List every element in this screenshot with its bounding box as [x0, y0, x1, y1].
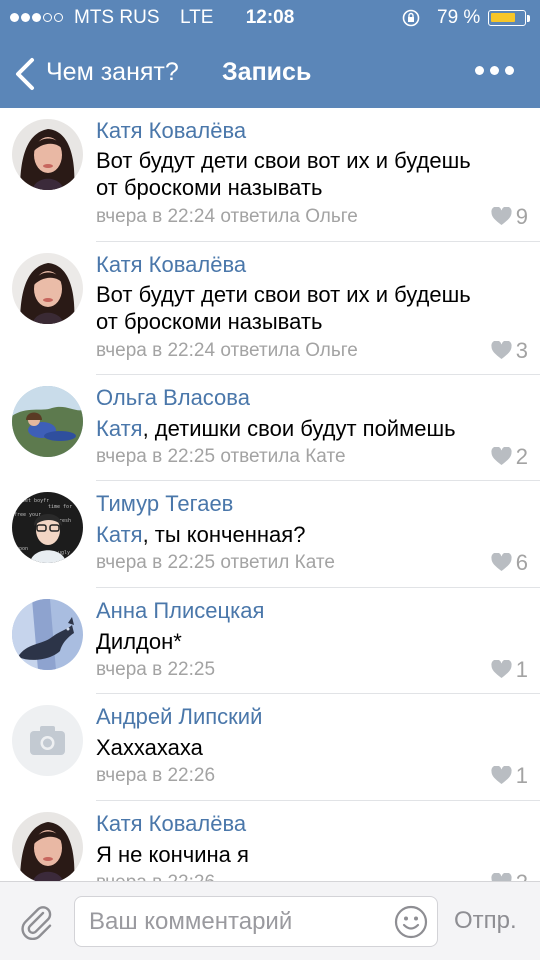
battery-level-fill — [491, 13, 515, 22]
mention-link[interactable]: Катя — [96, 416, 143, 441]
comment-composer: Ваш комментарий Отпр. — [0, 881, 540, 960]
heart-icon — [491, 341, 512, 359]
comment-meta: вчера в 22:25 ответил Кате — [96, 552, 335, 573]
like-button[interactable]: 9 — [491, 205, 528, 229]
comment-text-line: , детишки свои будут поймешь — [142, 416, 456, 441]
comment-meta: вчера в 22:26 — [96, 871, 215, 881]
comment-meta: вчера в 22:25 ответила Кате — [96, 446, 346, 467]
comment-author[interactable]: Ольга Власова — [96, 384, 250, 412]
like-button[interactable]: 2 — [491, 445, 528, 469]
comment-meta: вчера в 22:26 — [96, 765, 216, 786]
comment-item[interactable]: Анна Плисецкая Дилдон* вчера в 22:25 1 — [0, 588, 540, 694]
svg-text:moon: moon — [16, 546, 28, 552]
chevron-left-icon[interactable] — [13, 56, 37, 92]
comment-text-line: от броскоми называть — [96, 175, 323, 200]
like-count: 1 — [515, 657, 528, 682]
comment-text-line: Вот будут дети свои вот их и будешь — [96, 148, 471, 173]
battery-icon — [488, 10, 526, 26]
comment-text: Дилдон* — [96, 628, 182, 655]
navigation-bar: Чем занят? Запись — [0, 36, 540, 108]
comment-author[interactable]: Катя Ковалёва — [96, 810, 246, 838]
comment-item[interactable]: Ольга Власова Катя, детишки свои будут п… — [0, 375, 540, 481]
comment-item[interactable]: Катя Ковалёва Я не кончина я вчера в 22:… — [0, 801, 540, 881]
comments-list[interactable]: Катя Ковалёва Вот будут дети свои вот их… — [0, 108, 540, 881]
comment-text: Катя, ты конченная? — [96, 521, 305, 548]
comment-item[interactable]: Андрей Липский Хаххахаха вчера в 22:26 1 — [0, 694, 540, 801]
comment-placeholder: Ваш комментарий — [89, 908, 293, 935]
comment-meta: вчера в 22:24 ответила Ольге — [96, 206, 358, 227]
like-button[interactable]: 6 — [491, 551, 528, 575]
like-count: 2 — [515, 444, 528, 469]
avatar[interactable] — [12, 119, 83, 190]
like-count: 9 — [515, 204, 528, 229]
comment-text-line: , ты конченная? — [142, 522, 306, 547]
back-button[interactable]: Чем занят? — [46, 56, 179, 88]
svg-text:tweet boyfr: tweet boyfr — [16, 498, 49, 504]
comment-text: Вот будут дети свои вот их и будешь от б… — [96, 281, 471, 335]
like-count: 6 — [515, 550, 528, 575]
comment-text-line: от броскоми называть — [96, 309, 323, 334]
svg-text:time for: time for — [48, 504, 72, 510]
heart-icon — [491, 447, 512, 465]
heart-icon — [491, 766, 512, 784]
comment-item[interactable]: Катя Ковалёва Вот будут дети свои вот их… — [0, 242, 540, 375]
comment-author[interactable]: Катя Ковалёва — [96, 117, 246, 145]
svg-text:free your: free your — [14, 512, 41, 518]
comment-meta: вчера в 22:24 ответила Ольге — [96, 340, 358, 361]
smile-icon[interactable] — [394, 905, 428, 939]
comment-author[interactable]: Андрей Липский — [96, 703, 262, 731]
heart-icon — [491, 873, 512, 881]
avatar[interactable]: tweet boyfr time for free your fresh moon u… — [12, 492, 83, 563]
paperclip-icon[interactable] — [18, 904, 54, 940]
status-bar: MTS RUS LTE 12:08 79 % — [0, 0, 540, 36]
avatar[interactable] — [12, 812, 83, 881]
comment-meta: вчера в 22:25 — [96, 659, 216, 680]
comment-text: Вот будут дети свои вот их и будешь от б… — [96, 147, 471, 201]
comment-text-line: Вот будут дети свои вот их и будешь — [96, 282, 471, 307]
heart-icon — [491, 207, 512, 225]
like-count: 3 — [515, 338, 528, 363]
top-bar: MTS RUS LTE 12:08 79 % Чем занят? Запись — [0, 0, 540, 108]
comment-text-line: Дилдон* — [96, 629, 182, 654]
like-button[interactable]: 1 — [491, 658, 528, 682]
like-button[interactable]: 1 — [491, 764, 528, 788]
comment-input[interactable]: Ваш комментарий — [74, 896, 438, 947]
comment-text: Катя, детишки свои будут поймешь — [96, 415, 456, 442]
avatar[interactable] — [12, 253, 83, 324]
comment-text-line: Я не кончина я — [96, 842, 249, 867]
send-button[interactable]: Отпр. — [454, 906, 517, 936]
more-dots-icon[interactable] — [473, 64, 517, 78]
avatar[interactable] — [12, 705, 83, 776]
comment-author[interactable]: Анна Плисецкая — [96, 597, 264, 625]
comment-text-line: Хаххахаха — [96, 735, 203, 760]
comment-author[interactable]: Катя Ковалёва — [96, 251, 246, 279]
comment-text: Я не кончина я — [96, 841, 249, 868]
avatar[interactable] — [12, 386, 83, 457]
avatar[interactable] — [12, 599, 83, 670]
comment-item[interactable]: Катя Ковалёва Вот будут дети свои вот их… — [0, 108, 540, 242]
like-count: 1 — [515, 763, 528, 788]
comment-text: Хаххахаха — [96, 734, 203, 761]
heart-icon — [491, 553, 512, 571]
mention-link[interactable]: Катя — [96, 522, 143, 547]
heart-icon — [491, 660, 512, 678]
page-title: Запись — [222, 58, 312, 86]
comment-item[interactable]: tweet boyfr time for free your fresh moon u… — [0, 481, 540, 588]
like-button[interactable]: 3 — [491, 339, 528, 363]
comment-author[interactable]: Тимур Тегаев — [96, 490, 233, 518]
rotation-lock-icon — [402, 9, 420, 27]
battery-percentage: 79 % — [437, 7, 481, 28]
like-count: 2 — [516, 870, 528, 882]
battery-tip — [527, 15, 530, 22]
like-button[interactable]: 2 — [491, 871, 528, 881]
